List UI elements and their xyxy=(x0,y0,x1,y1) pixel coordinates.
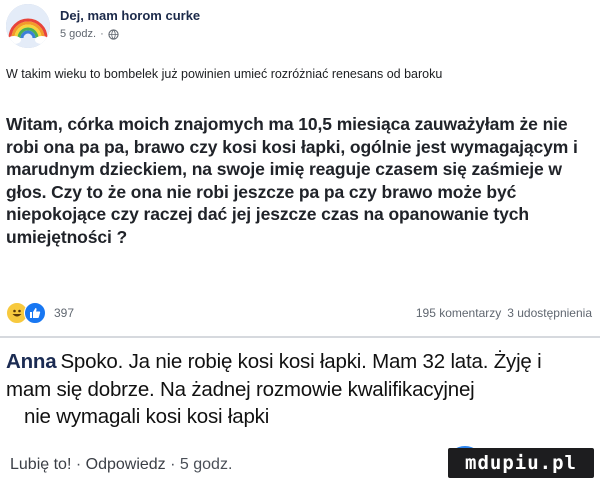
post-author[interactable]: Dej, mam horom curke xyxy=(60,8,200,23)
like-comment-link[interactable]: Lubię to! xyxy=(10,456,71,473)
post-meta: 5 godz. · xyxy=(60,28,119,40)
post-stats: 195 komentarzy 3 udostępnienia xyxy=(416,306,592,320)
reply-comment-link[interactable]: Odpowiedz xyxy=(86,456,166,473)
comment-author[interactable]: Anna xyxy=(6,350,57,373)
reactions-summary[interactable]: 397 xyxy=(6,302,74,324)
watermark-logo: mdupiu.pl xyxy=(448,448,594,478)
reactions-count: 397 xyxy=(54,306,75,320)
comment-time: 5 godz. xyxy=(179,456,233,473)
post-intro-text: W takim wieku to bombelek już powinien u… xyxy=(6,67,443,81)
rainbow-avatar-icon xyxy=(6,4,50,48)
post-screenshot-text: Witam, córka moich znajomych ma 10,5 mie… xyxy=(6,114,578,247)
post-time[interactable]: 5 godz. xyxy=(60,28,96,40)
comment-text-line: Spoko. Ja nie robię kosi kosi łapki. Mam… xyxy=(60,350,542,373)
shares-count-link[interactable]: 3 udostępnienia xyxy=(507,306,592,320)
comment-text-line: mam się dobrze. Na żadnej rozmowie kwali… xyxy=(6,378,475,401)
divider xyxy=(0,336,600,338)
globe-icon xyxy=(108,28,119,40)
comment-line-1: Anna Spoko. Ja nie robię kosi kosi łapki.… xyxy=(6,350,542,374)
like-reaction-icon xyxy=(24,302,46,324)
comment-actions: Lubię to! · Odpowiedz · 5 godz. xyxy=(10,456,233,473)
post: Dej, mam horom curke 5 godz. · W takim w… xyxy=(0,0,600,336)
group-avatar[interactable] xyxy=(6,4,50,48)
comment-text-line: nie wymagali kosi kosi łapki xyxy=(24,405,270,428)
comments-count-link[interactable]: 195 komentarzy xyxy=(416,306,501,320)
